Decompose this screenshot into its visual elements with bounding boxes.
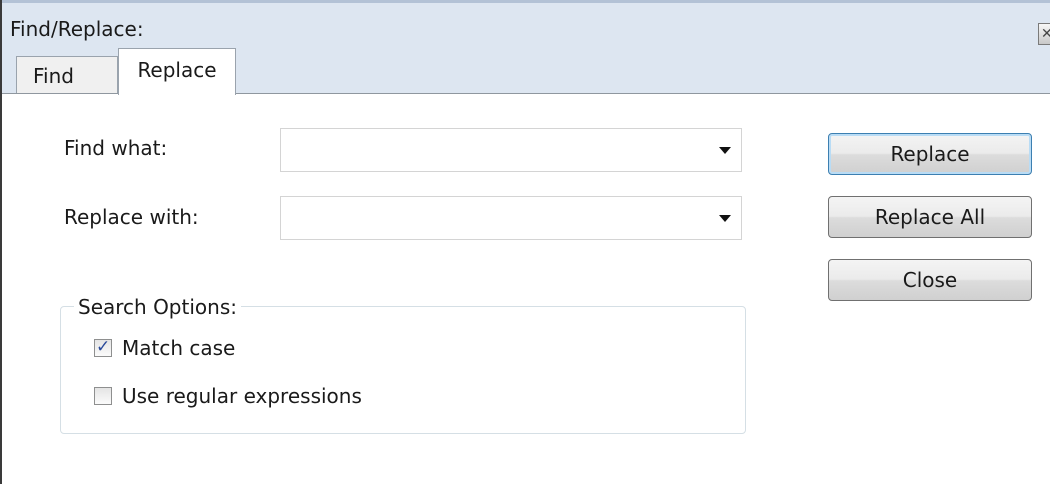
search-options-legend: Search Options: [74, 295, 241, 319]
search-options-group [60, 306, 746, 434]
tab-find[interactable]: Find [16, 56, 118, 94]
replace-button[interactable]: Replace [828, 133, 1032, 175]
match-case-label[interactable]: Match case [122, 336, 235, 360]
replace-all-button[interactable]: Replace All [828, 196, 1032, 238]
find-what-input[interactable] [287, 135, 711, 167]
chevron-down-icon[interactable] [719, 147, 731, 154]
close-icon[interactable]: ✕ [1038, 23, 1050, 45]
close-button[interactable]: Close [828, 259, 1032, 301]
replace-with-input[interactable] [287, 203, 711, 235]
chevron-down-icon[interactable] [719, 215, 731, 222]
title-bar: Find/Replace: ✕ [2, 0, 1050, 48]
window-title: Find/Replace: [10, 17, 144, 41]
checkmark-icon: ✓ [96, 337, 111, 357]
regex-checkbox[interactable] [94, 387, 112, 405]
match-case-checkbox[interactable]: ✓ [94, 337, 112, 357]
tab-replace[interactable]: Replace [118, 48, 236, 95]
find-what-combobox[interactable] [280, 128, 742, 172]
regex-label[interactable]: Use regular expressions [122, 384, 362, 408]
find-what-label: Find what: [64, 136, 168, 160]
tab-strip: Find Replace [2, 48, 1050, 95]
replace-with-label: Replace with: [64, 205, 199, 229]
replace-with-combobox[interactable] [280, 196, 742, 240]
find-replace-dialog: Find/Replace: ✕ Find Replace Find what: … [0, 0, 1050, 484]
